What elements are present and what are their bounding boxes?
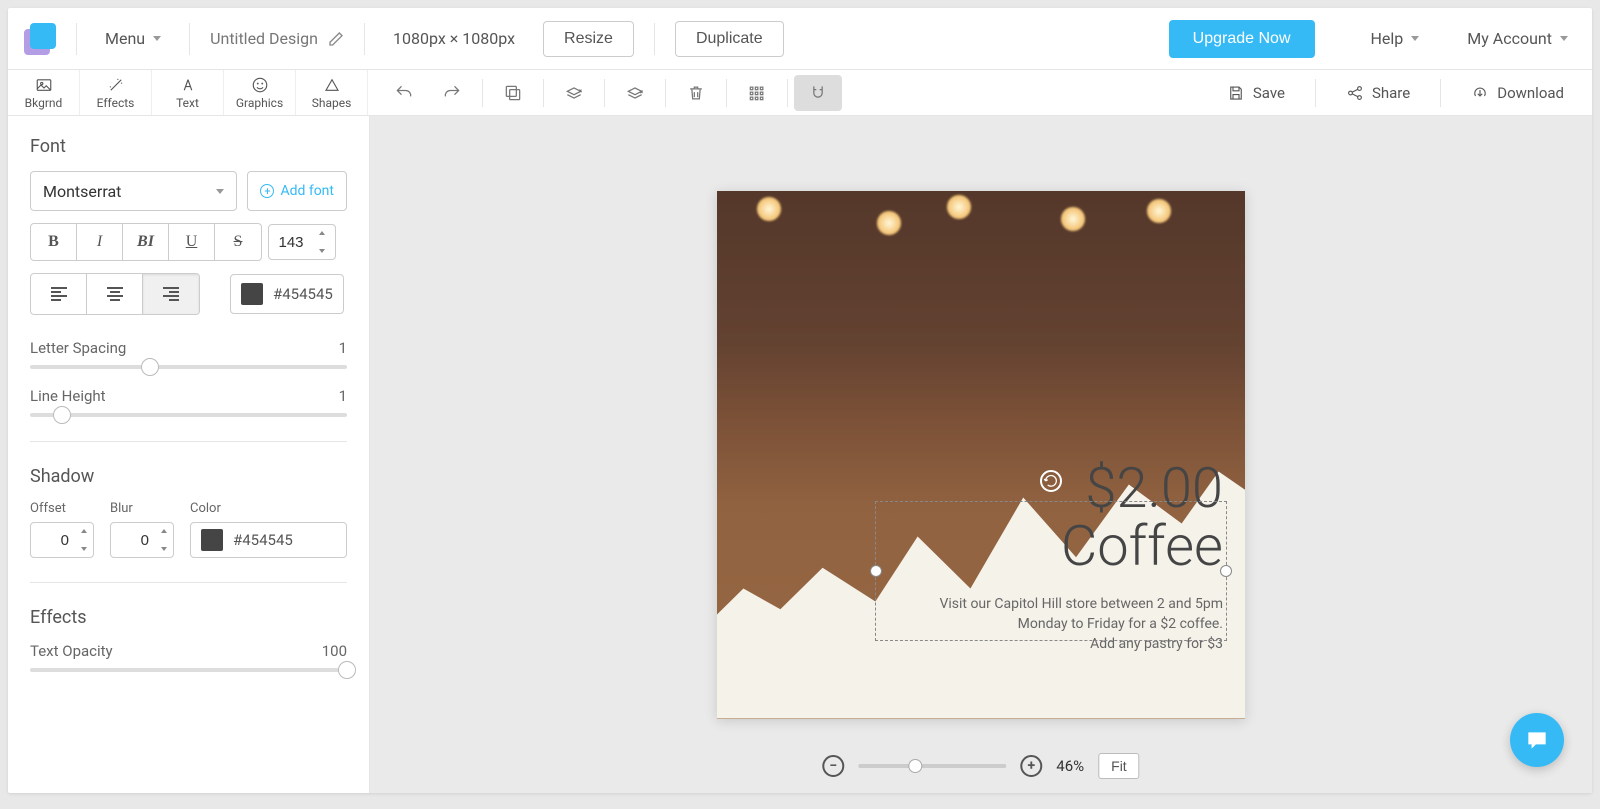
font-section-title: Font bbox=[30, 136, 347, 157]
download-button[interactable]: Download bbox=[1471, 84, 1564, 102]
offset-label: Offset bbox=[30, 501, 94, 516]
app-logo[interactable] bbox=[24, 23, 56, 55]
chat-icon bbox=[1524, 727, 1550, 753]
pencil-icon bbox=[328, 31, 344, 47]
menu-dropdown[interactable]: Menu bbox=[97, 25, 169, 52]
text-icon bbox=[179, 76, 197, 94]
bold-button[interactable]: B bbox=[31, 224, 77, 260]
shadow-color-picker[interactable]: #454545 bbox=[190, 522, 347, 558]
tab-background[interactable]: Bkgrnd bbox=[8, 70, 80, 115]
caret-down-icon bbox=[1560, 36, 1568, 41]
save-icon bbox=[1227, 84, 1245, 102]
duplicate-button[interactable]: Duplicate bbox=[675, 21, 784, 57]
redo-icon bbox=[442, 83, 462, 103]
tab-effects[interactable]: Effects bbox=[80, 70, 152, 115]
delete-button[interactable] bbox=[672, 70, 720, 116]
plus-circle-icon: + bbox=[260, 184, 274, 198]
shadow-blur-input[interactable] bbox=[110, 522, 174, 558]
add-font-button[interactable]: + Add font bbox=[247, 171, 347, 211]
color-swatch bbox=[201, 529, 223, 551]
grid-button[interactable] bbox=[733, 70, 781, 116]
align-right-button[interactable] bbox=[143, 274, 199, 314]
letter-spacing-value: 1 bbox=[339, 339, 347, 357]
size-increase[interactable] bbox=[313, 224, 331, 242]
help-dropdown[interactable]: Help bbox=[1363, 25, 1428, 52]
triangle-icon bbox=[323, 76, 341, 94]
zoom-in-button[interactable]: + bbox=[1020, 755, 1042, 777]
bold-italic-button[interactable]: BI bbox=[123, 224, 169, 260]
align-left-button[interactable] bbox=[31, 274, 87, 314]
design-canvas[interactable]: $2.00 Coffee Visit our Capitol Hill stor… bbox=[717, 191, 1245, 719]
line-height-label: Line Height bbox=[30, 387, 106, 405]
undo-icon bbox=[394, 83, 414, 103]
letter-spacing-label: Letter Spacing bbox=[30, 339, 126, 357]
share-icon bbox=[1346, 84, 1364, 102]
dimensions-label: 1080px × 1080px bbox=[385, 25, 523, 52]
image-icon bbox=[35, 76, 53, 94]
chat-support-button[interactable] bbox=[1510, 713, 1564, 767]
shadow-section-title: Shadow bbox=[30, 466, 347, 487]
properties-panel: Font Montserrat + Add font B I BI U S bbox=[8, 116, 370, 793]
line-height-slider[interactable] bbox=[30, 413, 347, 417]
snap-button[interactable] bbox=[794, 75, 842, 111]
shadow-offset-input[interactable] bbox=[30, 522, 94, 558]
account-dropdown[interactable]: My Account bbox=[1459, 25, 1576, 52]
strike-button[interactable]: S bbox=[215, 224, 261, 260]
tab-graphics[interactable]: Graphics bbox=[224, 70, 296, 115]
zoom-fit-button[interactable]: Fit bbox=[1098, 753, 1140, 779]
bring-front-button[interactable] bbox=[611, 70, 659, 116]
layer-up-icon bbox=[625, 83, 645, 103]
zoom-controls: − + 46% Fit bbox=[822, 753, 1139, 779]
zoom-percent: 46% bbox=[1056, 757, 1084, 775]
wand-icon bbox=[107, 76, 125, 94]
selection-outline[interactable] bbox=[875, 501, 1227, 641]
zoom-slider[interactable] bbox=[858, 764, 1006, 768]
download-icon bbox=[1471, 84, 1489, 102]
resize-button[interactable]: Resize bbox=[543, 21, 634, 57]
font-size-input[interactable] bbox=[268, 224, 336, 260]
shadow-color-label: Color bbox=[190, 501, 347, 516]
layer-down-icon bbox=[564, 83, 584, 103]
rotate-handle[interactable] bbox=[1040, 470, 1062, 492]
grid-icon bbox=[747, 83, 767, 103]
text-opacity-value: 100 bbox=[322, 642, 347, 660]
letter-spacing-slider[interactable] bbox=[30, 365, 347, 369]
save-button[interactable]: Save bbox=[1227, 84, 1285, 102]
redo-button[interactable] bbox=[428, 70, 476, 116]
resize-handle-right[interactable] bbox=[1220, 565, 1232, 577]
share-button[interactable]: Share bbox=[1346, 84, 1410, 102]
trash-icon bbox=[686, 83, 706, 103]
upgrade-button[interactable]: Upgrade Now bbox=[1169, 20, 1315, 58]
effects-section-title: Effects bbox=[30, 607, 347, 628]
text-opacity-slider[interactable] bbox=[30, 668, 347, 672]
magnet-icon bbox=[808, 83, 828, 103]
send-back-button[interactable] bbox=[550, 70, 598, 116]
tab-text[interactable]: Text bbox=[152, 70, 224, 115]
menu-label: Menu bbox=[105, 29, 145, 48]
size-decrease[interactable] bbox=[313, 242, 331, 260]
font-family-select[interactable]: Montserrat bbox=[30, 171, 237, 211]
color-swatch bbox=[241, 283, 263, 305]
underline-button[interactable]: U bbox=[169, 224, 215, 260]
blur-label: Blur bbox=[110, 501, 174, 516]
copy-button[interactable] bbox=[489, 70, 537, 116]
tab-shapes[interactable]: Shapes bbox=[296, 70, 368, 115]
caret-down-icon bbox=[153, 36, 161, 41]
copy-icon bbox=[503, 83, 523, 103]
align-center-button[interactable] bbox=[87, 274, 143, 314]
resize-handle-left[interactable] bbox=[870, 565, 882, 577]
text-color-picker[interactable]: #454545 bbox=[230, 274, 344, 314]
text-opacity-label: Text Opacity bbox=[30, 642, 113, 660]
line-height-value: 1 bbox=[339, 387, 347, 405]
document-title[interactable]: Untitled Design bbox=[210, 29, 344, 48]
caret-down-icon bbox=[1411, 36, 1419, 41]
caret-down-icon bbox=[216, 189, 224, 194]
undo-button[interactable] bbox=[380, 70, 428, 116]
smiley-icon bbox=[251, 76, 269, 94]
zoom-out-button[interactable]: − bbox=[822, 755, 844, 777]
italic-button[interactable]: I bbox=[77, 224, 123, 260]
